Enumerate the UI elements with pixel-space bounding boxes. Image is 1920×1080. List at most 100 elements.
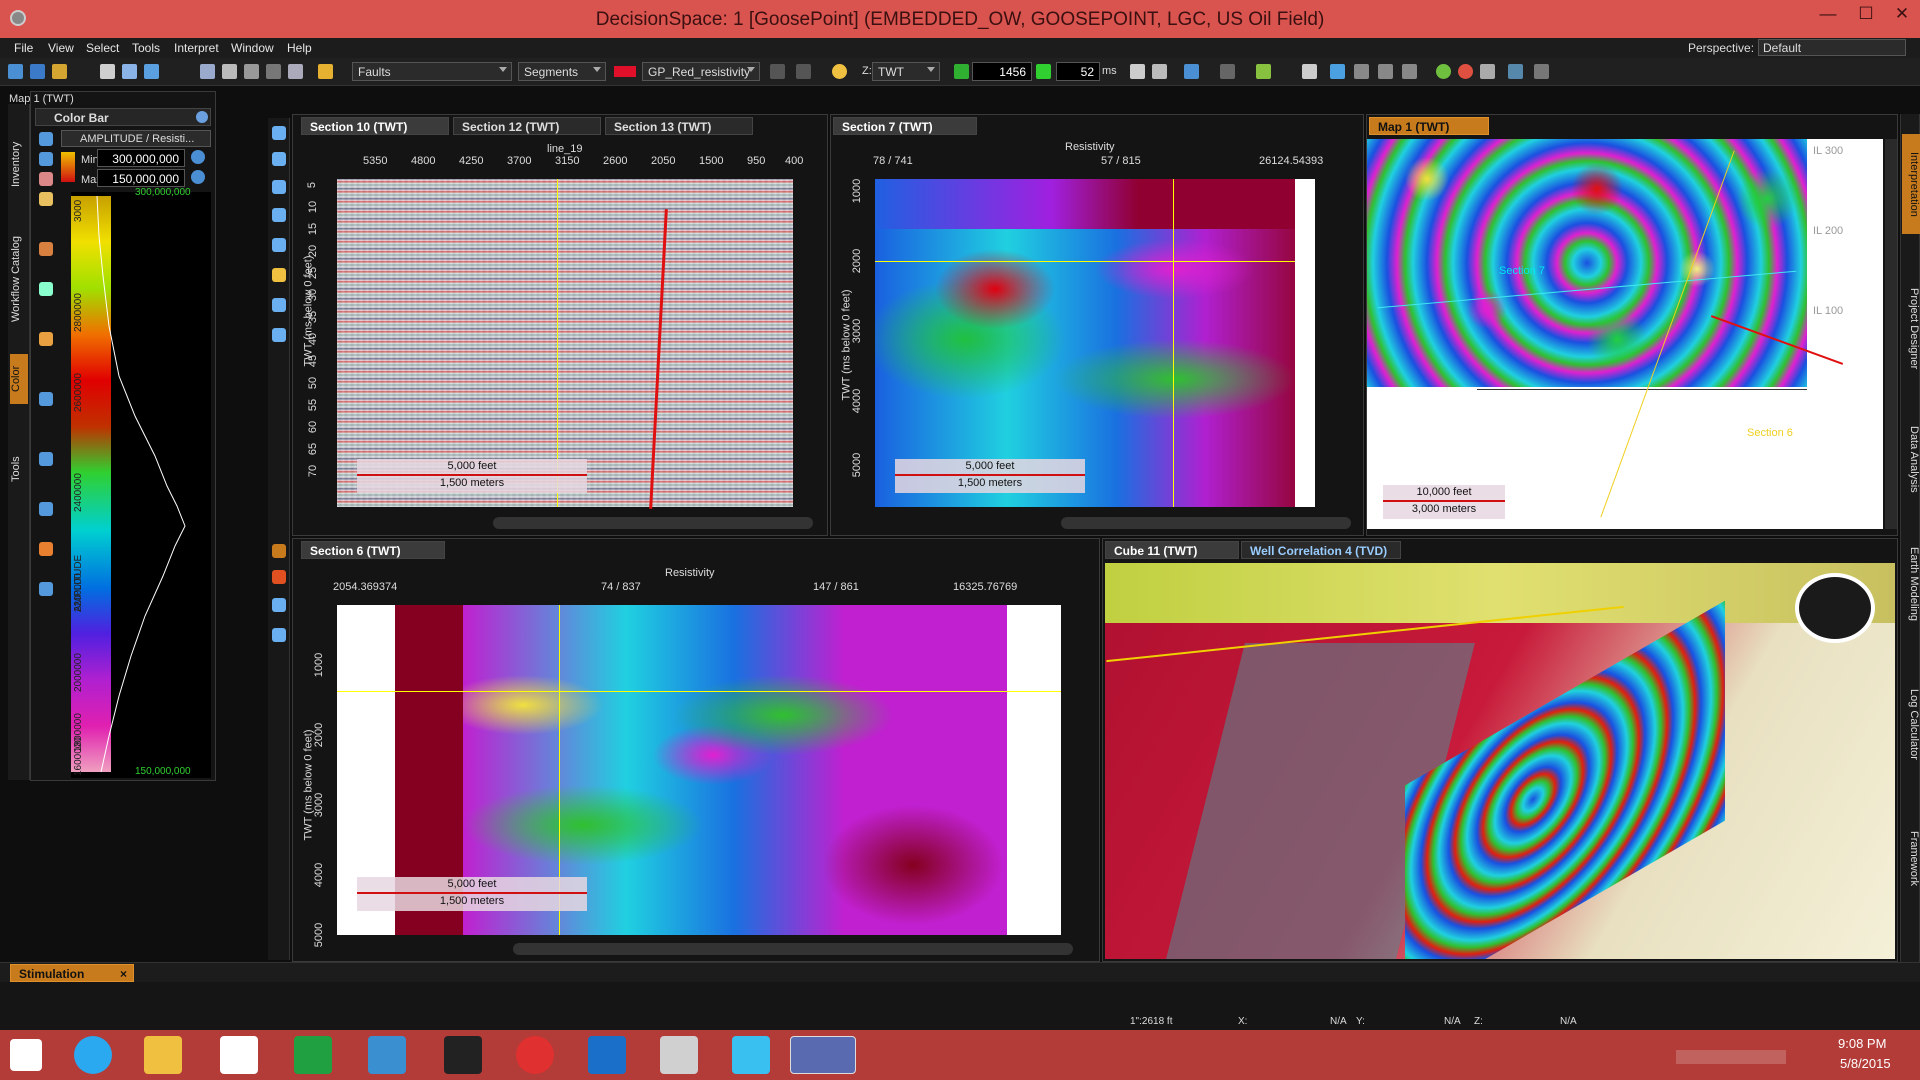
store-icon[interactable]	[294, 1036, 332, 1074]
axes-icon[interactable]	[1534, 64, 1549, 79]
draw-tool-icon[interactable]	[272, 328, 286, 342]
tab-tools[interactable]: Tools	[10, 444, 28, 494]
menu-file[interactable]: File	[14, 41, 33, 55]
save-icon[interactable]	[30, 64, 45, 79]
section7-hscroll[interactable]	[1061, 517, 1351, 529]
tab-project-designer[interactable]: Project Designer	[1902, 274, 1920, 384]
tab-section10[interactable]: Section 10 (TWT)	[301, 117, 449, 135]
menu-tools[interactable]: Tools	[132, 41, 160, 55]
colorbar-tool-icon[interactable]	[39, 132, 53, 146]
pick-icon[interactable]	[122, 64, 137, 79]
tool2-icon[interactable]	[272, 628, 286, 642]
colormap-select[interactable]: GP_Red_resistivity	[642, 62, 760, 81]
fault-tool-icon[interactable]	[272, 268, 286, 282]
section6-hscroll[interactable]	[513, 943, 1073, 955]
domain-select[interactable]: TWT	[872, 62, 940, 81]
max-value-field[interactable]: 150,000,000	[97, 169, 185, 187]
key-icon[interactable]	[1256, 64, 1271, 79]
tab-map1[interactable]: Map 1 (TWT)	[1369, 117, 1489, 135]
undo-icon[interactable]	[770, 64, 785, 79]
internet-explorer-icon[interactable]	[74, 1036, 112, 1074]
maximize-button[interactable]: ☐	[1846, 4, 1886, 30]
camera-icon[interactable]	[288, 64, 303, 79]
pencil-icon[interactable]	[318, 64, 333, 79]
time-value-field[interactable]: 1456	[972, 62, 1032, 81]
remote-icon[interactable]	[588, 1036, 626, 1074]
tab-section12[interactable]: Section 12 (TWT)	[453, 117, 601, 135]
perspective-select[interactable]: Default	[1758, 39, 1906, 56]
refresh-icon[interactable]	[191, 150, 205, 164]
layout-icon[interactable]	[100, 64, 115, 79]
colorbar-tool10-icon[interactable]	[39, 502, 53, 516]
tab-stimulation[interactable]: Stimulation ×	[10, 964, 134, 982]
colorbar-tool3-icon[interactable]	[39, 172, 53, 186]
link-icon[interactable]	[222, 64, 237, 79]
colorbar-tool5-icon[interactable]	[39, 242, 53, 256]
new-icon[interactable]	[8, 64, 23, 79]
file-explorer-icon[interactable]	[144, 1036, 182, 1074]
navigation-gizmo[interactable]	[1795, 573, 1875, 643]
outlook-icon[interactable]	[368, 1036, 406, 1074]
tab-color[interactable]: Color	[10, 354, 28, 404]
step-value-field[interactable]: 52	[1056, 62, 1100, 81]
zoom-tool-icon[interactable]	[272, 180, 286, 194]
tab-well-correlation4[interactable]: Well Correlation 4 (TVD)	[1241, 541, 1401, 559]
sun-icon[interactable]	[832, 64, 847, 79]
triangle-icon[interactable]	[1330, 64, 1345, 79]
home-icon[interactable]	[1130, 64, 1145, 79]
colormap-swatch[interactable]	[614, 66, 636, 77]
tab-section13[interactable]: Section 13 (TWT)	[605, 117, 753, 135]
tab-framework[interactable]: Framework	[1902, 814, 1920, 904]
colorbar-tool6-icon[interactable]	[39, 282, 53, 296]
rotate-tool-icon[interactable]	[272, 208, 286, 222]
tray-icons[interactable]	[1676, 1050, 1786, 1064]
close-button[interactable]: ✕	[1882, 4, 1920, 30]
refresh2-icon[interactable]	[191, 170, 205, 184]
open-icon[interactable]	[52, 64, 67, 79]
dots-icon[interactable]	[1354, 64, 1369, 79]
pan-tool-icon[interactable]	[272, 238, 286, 252]
menu-window[interactable]: Window	[231, 41, 274, 55]
grid-icon[interactable]	[1302, 64, 1317, 79]
globe2-icon[interactable]	[1458, 64, 1473, 79]
paint-icon[interactable]	[660, 1036, 698, 1074]
measure-icon[interactable]	[144, 64, 159, 79]
attribute-select[interactable]: AMPLITUDE / Resisti...	[61, 130, 211, 147]
decisionspace-taskbar-icon[interactable]	[790, 1036, 856, 1074]
globe-icon[interactable]	[1436, 64, 1451, 79]
close-tab-icon[interactable]: ×	[120, 967, 127, 981]
clock-time[interactable]: 9:08 PM	[1838, 1036, 1886, 1051]
tab-workflow-catalog[interactable]: Workflow Catalog	[10, 224, 28, 334]
display-icon[interactable]	[244, 64, 259, 79]
faults-select[interactable]: Faults	[352, 62, 512, 81]
map1-vscroll[interactable]	[1885, 139, 1897, 529]
snap-icon[interactable]	[1508, 64, 1523, 79]
colorbar-tool7-icon[interactable]	[39, 332, 53, 346]
colorbar-tool4-icon[interactable]	[39, 192, 53, 206]
tab-inventory[interactable]: Inventory	[10, 134, 28, 194]
colorbar-tool8-icon[interactable]	[39, 392, 53, 406]
snapshot-icon[interactable]	[266, 64, 281, 79]
dots3-icon[interactable]	[1402, 64, 1417, 79]
clock-date[interactable]: 5/8/2015	[1840, 1056, 1891, 1071]
menu-interpret[interactable]: Interpret	[174, 41, 219, 55]
colorbar-tool12-icon[interactable]	[39, 582, 53, 596]
min-value-field[interactable]: 300,000,000	[97, 149, 185, 167]
zoom-in-tool-icon[interactable]	[272, 152, 286, 166]
home-icon[interactable]	[220, 1036, 258, 1074]
dots2-icon[interactable]	[1378, 64, 1393, 79]
tab-log-calculator[interactable]: Log Calculator	[1902, 674, 1920, 774]
help-icon[interactable]	[196, 111, 208, 123]
menu-help[interactable]: Help	[287, 41, 312, 55]
settings-icon[interactable]	[1480, 64, 1495, 79]
windows-start-icon[interactable]	[10, 1039, 42, 1071]
minimize-button[interactable]: —	[1808, 4, 1848, 30]
redo-icon[interactable]	[796, 64, 811, 79]
tab-cube11[interactable]: Cube 11 (TWT)	[1105, 541, 1239, 559]
tab-section6[interactable]: Section 6 (TWT)	[301, 541, 445, 559]
colorbar-tool9-icon[interactable]	[39, 452, 53, 466]
sync-icon[interactable]	[732, 1036, 770, 1074]
cloud-icon[interactable]	[516, 1036, 554, 1074]
colorbar-tool11-icon[interactable]	[39, 542, 53, 556]
menu-view[interactable]: View	[48, 41, 74, 55]
